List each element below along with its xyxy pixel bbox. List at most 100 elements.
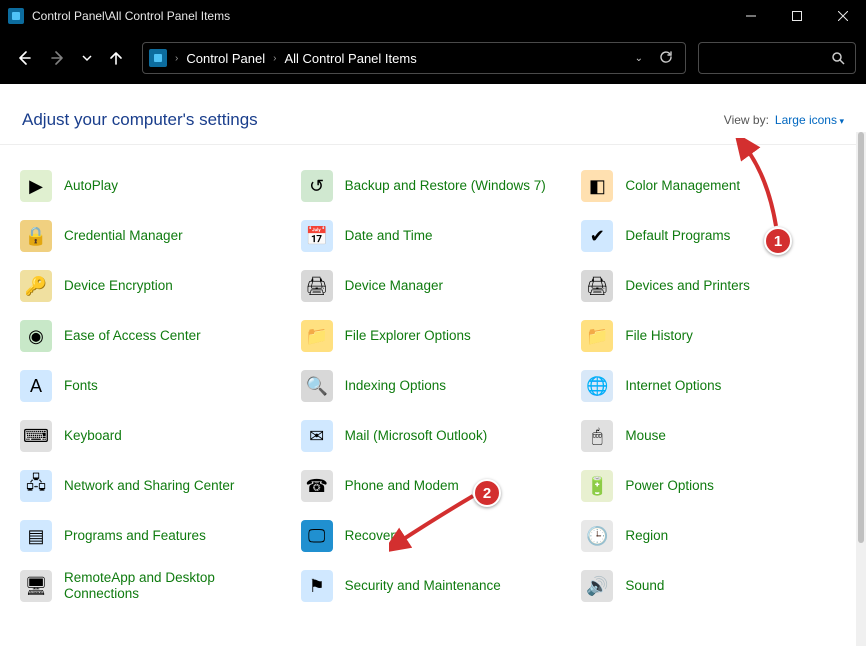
cp-item-label: Recovery [345, 528, 402, 544]
breadcrumb-history-dropdown[interactable]: ⌄ [629, 53, 649, 64]
cp-item-label: Mouse [625, 428, 666, 444]
cp-item[interactable]: 🖨 Devices and Printers [577, 261, 850, 311]
up-button[interactable] [102, 44, 130, 72]
cp-item-icon: A [20, 370, 52, 402]
cp-item[interactable]: 📁 File Explorer Options [297, 311, 570, 361]
cp-item[interactable]: ✉ Mail (Microsoft Outlook) [297, 411, 570, 461]
cp-item-icon: 📅 [301, 220, 333, 252]
cp-item-label: Devices and Printers [625, 278, 750, 294]
cp-item[interactable]: 🔒 Credential Manager [16, 211, 289, 261]
cp-item-label: Region [625, 528, 668, 544]
titlebar: Control Panel\All Control Panel Items [0, 0, 866, 32]
cp-item[interactable]: 🖵 Recovery [297, 511, 570, 561]
cp-item-label: Indexing Options [345, 378, 446, 394]
cp-item-label: Date and Time [345, 228, 433, 244]
cp-item-label: Programs and Features [64, 528, 206, 544]
annotation-badge-2: 2 [473, 479, 501, 507]
controlpanel-icon [149, 49, 167, 67]
back-button[interactable] [10, 44, 38, 72]
cp-item[interactable]: 🔊Sound [577, 561, 850, 611]
cp-item-icon: ◉ [20, 320, 52, 352]
cp-item-icon: ▤ [20, 520, 52, 552]
page-title: Adjust your computer's settings [22, 110, 258, 130]
cp-item-icon: 🖨 [301, 270, 333, 302]
cp-item-label: Credential Manager [64, 228, 183, 244]
forward-button[interactable] [44, 44, 72, 72]
chevron-right-icon: › [175, 53, 178, 64]
cp-item[interactable]: ⚑ Security and Maintenance [297, 561, 570, 611]
cp-item[interactable]: 🌐 Internet Options [577, 361, 850, 411]
cp-item[interactable]: 🕒Region [577, 511, 850, 561]
cp-item-icon: 🌐 [581, 370, 613, 402]
cp-item-icon: 🔑 [20, 270, 52, 302]
cp-item[interactable]: 📁File History [577, 311, 850, 361]
minimize-button[interactable] [728, 0, 774, 32]
search-icon [831, 51, 845, 65]
cp-item-label: Keyboard [64, 428, 122, 444]
cp-item[interactable]: ↺ Backup and Restore (Windows 7) [297, 161, 570, 211]
cp-item[interactable]: 🖱Mouse [577, 411, 850, 461]
cp-item-icon: ⌨ [20, 420, 52, 452]
cp-item-icon: 🔍 [301, 370, 333, 402]
cp-item-label: Default Programs [625, 228, 730, 244]
cp-item[interactable]: ✔ Default Programs [577, 211, 850, 261]
cp-item[interactable]: ◉ Ease of Access Center [16, 311, 289, 361]
cp-item-icon: 🔋 [581, 470, 613, 502]
cp-item-label: Phone and Modem [345, 478, 459, 494]
navbar: › Control Panel › All Control Panel Item… [0, 32, 866, 84]
breadcrumb[interactable]: › Control Panel › All Control Panel Item… [142, 42, 686, 74]
cp-item[interactable]: 🖥RemoteApp and Desktop Connections [16, 561, 289, 611]
viewby-dropdown[interactable]: Large icons [775, 113, 844, 127]
cp-item[interactable]: 📅 Date and Time [297, 211, 570, 261]
cp-item-icon: 🖧 [20, 470, 52, 502]
cp-item-icon: ↺ [301, 170, 333, 202]
recent-dropdown[interactable] [78, 44, 96, 72]
viewby-label: View by: [724, 113, 769, 127]
cp-item-label: RemoteApp and Desktop Connections [64, 570, 289, 602]
cp-item-icon: 🖨 [581, 270, 613, 302]
cp-item-icon: 📁 [301, 320, 333, 352]
cp-item-label: Ease of Access Center [64, 328, 201, 344]
cp-item-label: Device Manager [345, 278, 443, 294]
cp-item[interactable]: ☎ Phone and Modem [297, 461, 570, 511]
cp-item-label: Power Options [625, 478, 714, 494]
cp-item-label: Backup and Restore (Windows 7) [345, 178, 546, 194]
header-row: Adjust your computer's settings View by:… [0, 84, 866, 145]
cp-item-icon: 🖵 [301, 520, 333, 552]
cp-item[interactable]: ▶AutoPlay [16, 161, 289, 211]
cp-item-label: Mail (Microsoft Outlook) [345, 428, 488, 444]
cp-item-label: Security and Maintenance [345, 578, 501, 594]
annotation-badge-1: 1 [764, 227, 792, 255]
cp-item[interactable]: 🖧 Network and Sharing Center [16, 461, 289, 511]
cp-item-label: Device Encryption [64, 278, 173, 294]
content-grid: ▶AutoPlay ↺ Backup and Restore (Windows 7)… [0, 145, 866, 646]
cp-item-label: Sound [625, 578, 664, 594]
cp-item[interactable]: 🔋 Power Options [577, 461, 850, 511]
cp-item[interactable]: ⌨ Keyboard [16, 411, 289, 461]
maximize-button[interactable] [774, 0, 820, 32]
cp-item-icon: ◧ [581, 170, 613, 202]
breadcrumb-seg-2[interactable]: All Control Panel Items [280, 51, 420, 66]
cp-item-icon: ✉ [301, 420, 333, 452]
breadcrumb-seg-1[interactable]: Control Panel [182, 51, 269, 66]
cp-item-icon: 📁 [581, 320, 613, 352]
scrollbar[interactable] [856, 132, 866, 646]
scrollbar-thumb[interactable] [858, 132, 864, 543]
cp-item[interactable]: ▤ Programs and Features [16, 511, 289, 561]
cp-item[interactable]: 🔍 Indexing Options [297, 361, 570, 411]
cp-item-icon: ✔ [581, 220, 613, 252]
close-button[interactable] [820, 0, 866, 32]
cp-item-icon: ⚑ [301, 570, 333, 602]
cp-item-label: Internet Options [625, 378, 721, 394]
chevron-right-icon: › [273, 53, 276, 64]
cp-item-icon: ☎ [301, 470, 333, 502]
cp-item-icon: 🔒 [20, 220, 52, 252]
cp-item[interactable]: 🔑 Device Encryption [16, 261, 289, 311]
search-input[interactable] [698, 42, 856, 74]
refresh-button[interactable] [653, 50, 679, 67]
cp-item-label: File Explorer Options [345, 328, 471, 344]
cp-item[interactable]: AFonts [16, 361, 289, 411]
cp-item[interactable]: 🖨 Device Manager [297, 261, 570, 311]
cp-item-label: Network and Sharing Center [64, 478, 234, 494]
cp-item[interactable]: ◧Color Management [577, 161, 850, 211]
